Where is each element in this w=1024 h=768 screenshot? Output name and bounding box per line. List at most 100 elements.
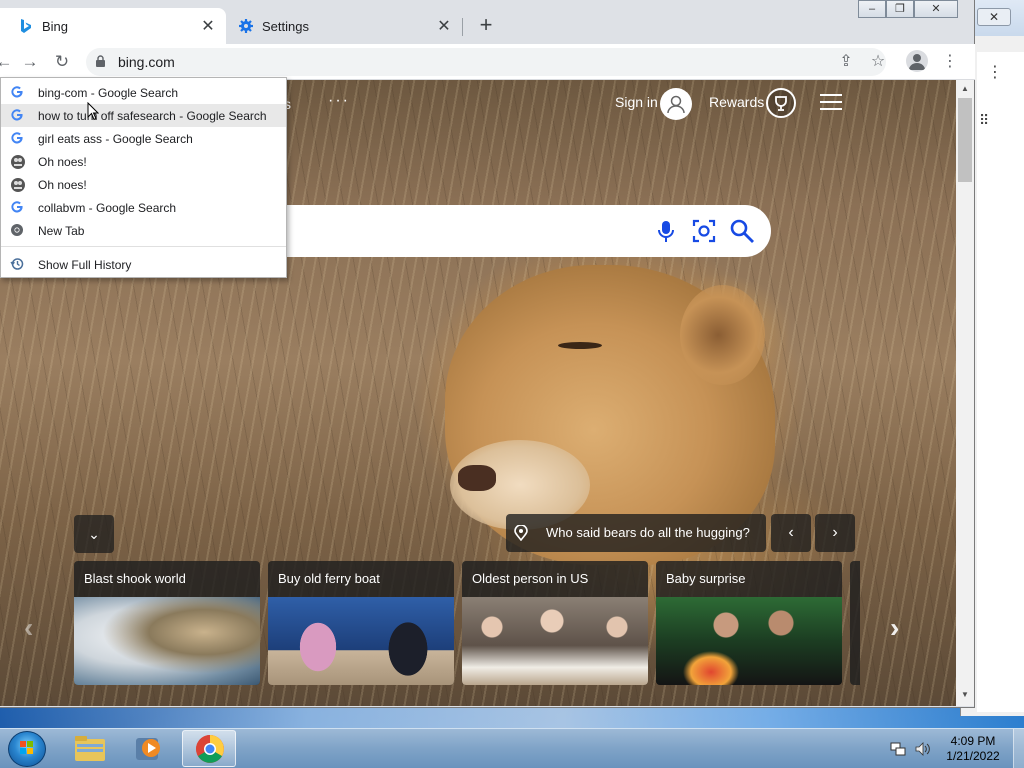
url-text[interactable]: bing.com	[118, 54, 175, 70]
history-item-text: how to turn off safesearch - Google Sear…	[38, 108, 267, 123]
news-card[interactable]: Oldest person in US	[462, 561, 648, 685]
start-button[interactable]	[8, 731, 46, 767]
tab-close-icon[interactable]: ✕	[434, 16, 454, 36]
collapse-chevron-button[interactable]: ⌄	[74, 515, 114, 553]
rewards-trophy-icon[interactable]	[766, 88, 796, 118]
hamburger-menu-icon[interactable]	[820, 94, 842, 110]
previous-image-button[interactable]: ‹	[771, 514, 811, 552]
clock-time: 4:09 PM	[950, 734, 996, 748]
media-player-icon	[136, 738, 160, 760]
next-image-button[interactable]: ›	[815, 514, 855, 552]
tab-close-icon[interactable]: ✕	[198, 16, 218, 36]
kebab-menu-icon[interactable]: ⋮	[987, 62, 1003, 82]
news-card[interactable]: Baby surprise	[656, 561, 842, 685]
scroll-up-icon[interactable]: ▲	[960, 84, 970, 93]
folder-icon	[75, 736, 105, 761]
history-item-text: Oh noes!	[38, 154, 87, 169]
apps-grid-icon[interactable]: ⠿	[979, 112, 989, 129]
chrome-menu-icon[interactable]: ⋮	[938, 50, 962, 74]
chrome-window: – ❐ ✕ Bing ✕ Settings ✕ + ← → ↻ bing.com	[0, 0, 975, 708]
profile-avatar[interactable]	[906, 50, 928, 72]
carousel-prev-icon[interactable]: ‹	[24, 612, 33, 644]
lioness-ear	[680, 285, 765, 385]
card-title: Oldest person in US	[472, 571, 589, 586]
show-desktop-button[interactable]	[1013, 729, 1024, 768]
gear-icon	[238, 18, 254, 34]
address-bar[interactable]: bing.com	[86, 48, 886, 76]
reload-icon[interactable]: ↻	[50, 50, 74, 74]
browser-toolbar: ← → ↻ bing.com ⇪ ☆ ⋮	[0, 44, 975, 80]
news-card[interactable]: Buy old ferry boat	[268, 561, 454, 685]
share-icon[interactable]: ⇪	[834, 50, 858, 74]
chrome-icon	[196, 735, 224, 763]
network-icon[interactable]	[890, 741, 906, 757]
mouse-cursor-icon	[87, 102, 99, 121]
card-image-satellite	[74, 597, 260, 685]
sign-in-link[interactable]: Sign in	[615, 94, 658, 110]
chrome-taskbar-button[interactable]	[182, 730, 236, 767]
history-item[interactable]: Oh noes!	[1, 173, 286, 196]
google-icon	[10, 108, 26, 124]
history-dropdown: bing-com - Google Search how to turn off…	[0, 77, 287, 278]
history-item[interactable]: Oh noes!	[1, 150, 286, 173]
new-tab-button[interactable]: +	[474, 12, 498, 40]
history-clock-icon	[10, 257, 26, 273]
image-caption[interactable]: Who said bears do all the hugging?	[506, 514, 766, 552]
rewards-link[interactable]: Rewards	[709, 94, 764, 110]
page-icon	[10, 154, 26, 170]
user-avatar-icon[interactable]	[660, 88, 692, 120]
page-icon	[10, 177, 26, 193]
card-image-couple	[656, 597, 842, 685]
news-card-partial[interactable]	[850, 561, 860, 685]
search-icon[interactable]	[728, 217, 756, 245]
volume-icon[interactable]	[914, 741, 930, 757]
explorer-taskbar-button[interactable]	[63, 730, 117, 767]
tab-settings[interactable]: Settings ✕	[226, 8, 462, 44]
card-title: Blast shook world	[84, 571, 186, 586]
history-item[interactable]: bing-com - Google Search	[1, 81, 286, 104]
background-window-content	[977, 52, 1024, 712]
background-window-close-button[interactable]: ✕	[977, 8, 1011, 26]
tab-title: Bing	[42, 18, 69, 34]
lock-icon[interactable]	[96, 55, 105, 67]
forward-arrow-icon[interactable]: →	[18, 50, 42, 74]
carousel-next-icon[interactable]: ›	[890, 612, 899, 644]
tab-strip: Bing ✕ Settings ✕ +	[0, 8, 975, 44]
news-card[interactable]: Blast shook world	[74, 561, 260, 685]
history-item-text: New Tab	[38, 223, 85, 238]
bing-favicon-icon	[18, 18, 34, 34]
system-clock[interactable]: 4:09 PM 1/21/2022	[940, 734, 1006, 764]
more-menu-icon[interactable]: ···	[328, 92, 350, 110]
tab-bing[interactable]: Bing ✕	[0, 8, 226, 44]
bookmark-star-icon[interactable]: ☆	[866, 50, 890, 74]
card-image-tv-desk	[268, 597, 454, 685]
scroll-down-icon[interactable]: ▼	[960, 690, 970, 699]
history-item[interactable]: how to turn off safesearch - Google Sear…	[1, 104, 286, 127]
card-image-crowd	[462, 597, 648, 685]
media-player-taskbar-button[interactable]	[122, 730, 176, 767]
back-arrow-icon[interactable]: ←	[0, 50, 16, 74]
card-title: Buy old ferry boat	[278, 571, 380, 586]
chrome-icon	[10, 223, 26, 239]
google-icon	[10, 85, 26, 101]
google-icon	[10, 200, 26, 216]
clock-date: 1/21/2022	[946, 749, 1000, 763]
lioness-eye	[558, 342, 602, 349]
history-item-text: Oh noes!	[38, 177, 87, 192]
card-title: Baby surprise	[666, 571, 746, 586]
history-item[interactable]: New Tab	[1, 219, 286, 242]
google-icon	[10, 131, 26, 147]
vertical-scrollbar[interactable]: ▲ ▼	[956, 80, 974, 706]
microphone-icon[interactable]	[652, 217, 680, 245]
scrollbar-thumb[interactable]	[958, 98, 972, 182]
history-item-text: collabvm - Google Search	[38, 200, 177, 215]
dropdown-divider	[1, 246, 286, 247]
search-box[interactable]	[282, 205, 771, 257]
tab-title: Settings	[262, 18, 309, 34]
location-pin-icon	[514, 525, 528, 541]
history-item[interactable]: girl eats ass - Google Search	[1, 127, 286, 150]
history-item[interactable]: collabvm - Google Search	[1, 196, 286, 219]
lioness-nose	[458, 465, 496, 491]
visual-search-icon[interactable]	[690, 217, 718, 245]
show-full-history-item[interactable]: Show Full History	[1, 253, 286, 276]
